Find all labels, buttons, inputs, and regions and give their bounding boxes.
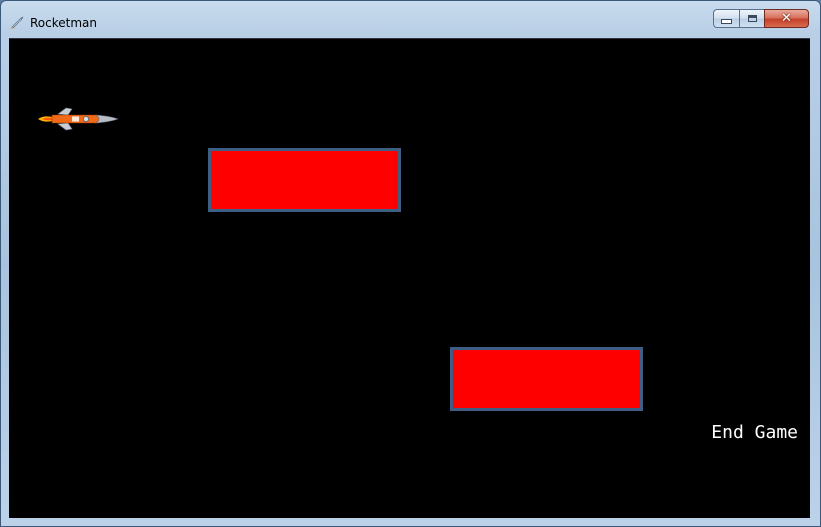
rocket-player [38, 107, 119, 131]
maximize-icon [747, 15, 757, 22]
app-window: Rocketman ✕ End Game [0, 0, 821, 527]
caption-buttons: ✕ [713, 9, 809, 28]
rocket-icon [10, 16, 24, 30]
game-canvas[interactable]: End Game [9, 38, 810, 518]
minimize-button[interactable] [713, 9, 739, 28]
obstacle-block [450, 347, 643, 411]
close-icon: ✕ [781, 11, 792, 26]
obstacle-block [208, 148, 401, 212]
window-title: Rocketman [30, 16, 97, 30]
close-button[interactable]: ✕ [764, 9, 809, 28]
minimize-icon [721, 19, 732, 24]
maximize-button[interactable] [739, 9, 764, 28]
title-bar[interactable]: Rocketman ✕ [1, 1, 820, 37]
end-game-button[interactable]: End Game [711, 422, 798, 443]
